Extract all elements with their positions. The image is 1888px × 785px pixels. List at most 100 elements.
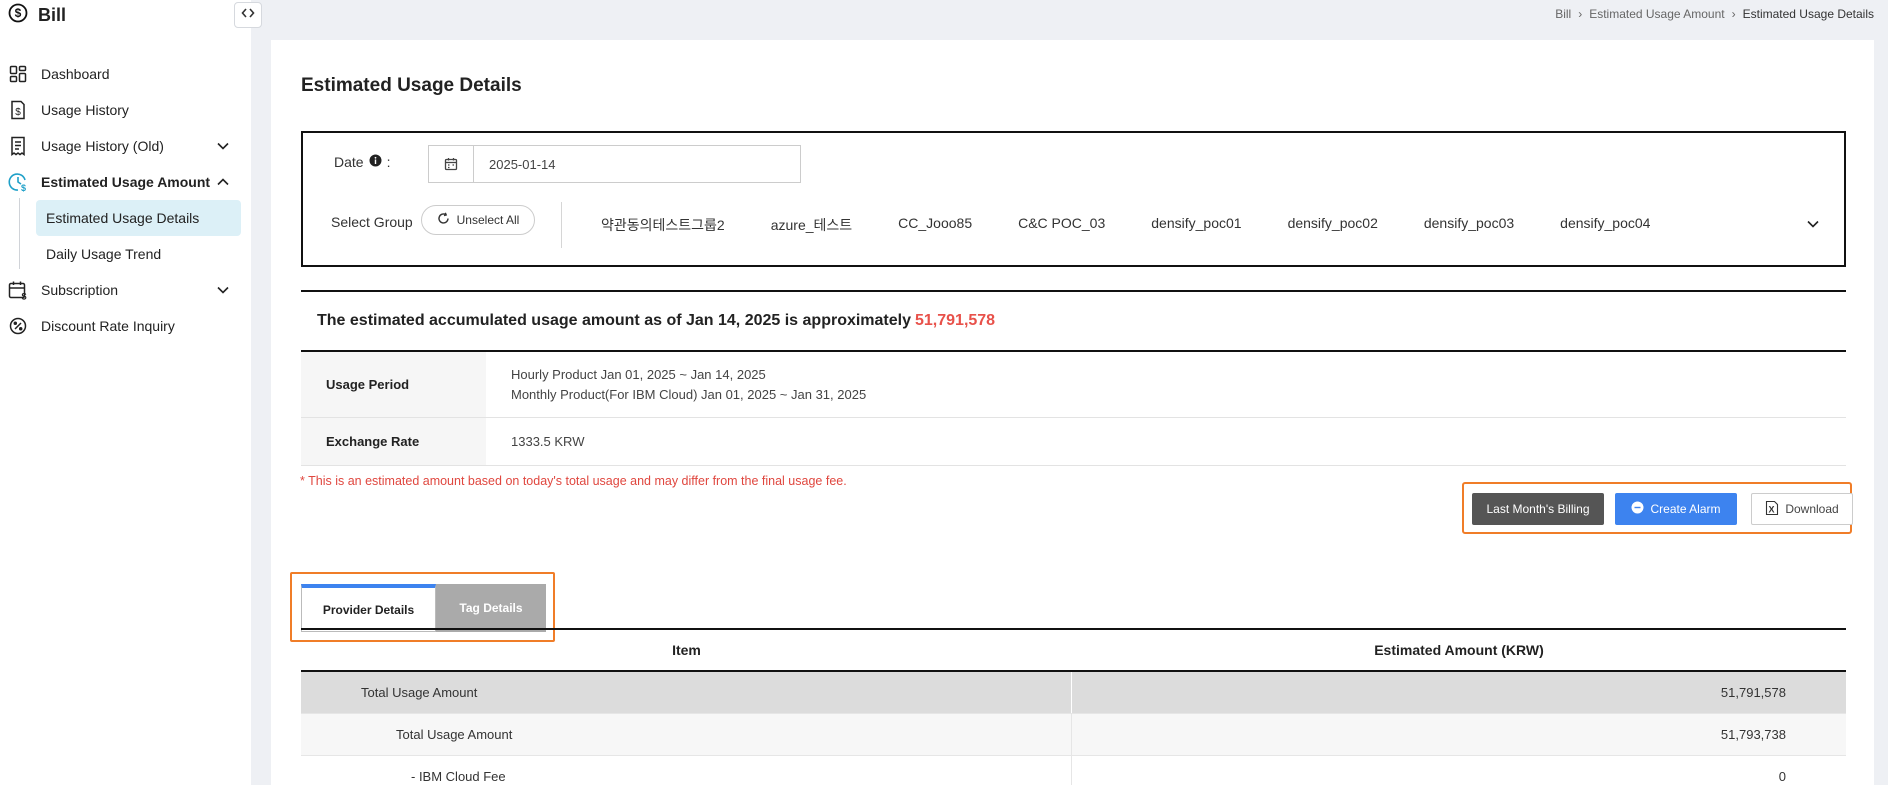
estimate-summary: The estimated accumulated usage amount a… — [301, 290, 1846, 352]
table-cell-amount: 51,793,738 — [1720, 727, 1786, 742]
page-title: Estimated Usage Details — [301, 75, 522, 96]
chevron-down-icon[interactable] — [216, 139, 230, 156]
group-chip[interactable]: densify_poc01 — [1151, 215, 1241, 235]
table-row: Total Usage Amount 51,791,578 — [301, 672, 1846, 714]
svg-text:$: $ — [15, 107, 21, 118]
breadcrumb: Bill › Estimated Usage Amount › Estimate… — [1555, 7, 1874, 21]
table-cell-item: Total Usage Amount — [301, 714, 1072, 755]
clock-dollar-icon: $ — [8, 172, 28, 192]
table-cell-item: Total Usage Amount — [301, 672, 1072, 713]
main-panel: Estimated Usage Details Date : 2025-01-1… — [271, 40, 1874, 785]
sidebar-item-estimated-usage-amount[interactable]: $ Estimated Usage Amount — [0, 164, 251, 200]
chevron-right-icon: › — [1578, 7, 1583, 21]
date-input[interactable]: 2025-01-14 — [428, 145, 801, 183]
breadcrumb-item[interactable]: Estimated Usage Amount — [1589, 7, 1724, 21]
estimate-notice: * This is an estimated amount based on t… — [300, 474, 847, 488]
info-row-usage-period: Usage Period Hourly Product Jan 01, 2025… — [301, 352, 1846, 418]
filter-box: Date : 2025-01-14 Select Group Unselect … — [301, 131, 1846, 267]
sidebar-item-usage-history-old[interactable]: Usage History (Old) — [0, 128, 251, 164]
refresh-icon — [437, 212, 450, 228]
table-cell-amount: 51,791,578 — [1720, 685, 1786, 700]
chevron-down-icon[interactable] — [1806, 217, 1820, 236]
download-label: Download — [1785, 502, 1839, 516]
group-chip[interactable]: C&C POC_03 — [1018, 215, 1105, 235]
receipt-icon — [8, 136, 28, 156]
chevron-right-icon: › — [1731, 7, 1736, 21]
percent-icon — [8, 316, 28, 336]
receipt-dollar-icon: $ — [8, 100, 28, 120]
sidebar-item-discount-rate-inquiry[interactable]: Discount Rate Inquiry — [0, 308, 251, 344]
chevron-up-icon[interactable] — [216, 175, 230, 192]
create-alarm-button[interactable]: Create Alarm — [1615, 493, 1737, 525]
sidebar-toggle-button[interactable] — [234, 2, 262, 28]
group-list: 약관동의테스트그룹2 azure_테스트 CC_Jooo85 C&C POC_0… — [601, 215, 1696, 235]
info-icon[interactable] — [369, 154, 382, 170]
last-month-billing-label: Last Month's Billing — [1486, 502, 1590, 516]
svg-text:$: $ — [15, 6, 22, 20]
calendar-dollar-icon: $ — [8, 280, 28, 300]
estimate-table: Item Estimated Amount (KRW) Total Usage … — [301, 630, 1846, 785]
plus-circle-icon — [1631, 501, 1644, 517]
group-chip[interactable]: densify_poc02 — [1288, 215, 1378, 235]
excel-file-icon: X — [1765, 500, 1779, 519]
select-group-label: Select Group — [331, 214, 413, 230]
sidebar-item-label: Estimated Usage Amount — [41, 174, 211, 190]
sidebar: $ Bill Dashboard $ Usage History Usage H… — [0, 0, 251, 785]
sidebar-item-label: Usage History — [41, 102, 129, 118]
download-button[interactable]: X Download — [1751, 493, 1853, 525]
sidebar-item-subscription[interactable]: $ Subscription — [0, 272, 251, 308]
svg-text:X: X — [1769, 504, 1775, 514]
calendar-icon[interactable] — [429, 146, 474, 182]
sidebar-item-dashboard[interactable]: Dashboard — [0, 56, 251, 92]
summary-text: The estimated accumulated usage amount a… — [317, 312, 911, 329]
table-row: - IBM Cloud Fee 0 — [301, 756, 1846, 785]
tab-tag-details[interactable]: Tag Details — [436, 584, 546, 632]
brand: $ Bill — [8, 3, 67, 26]
table-row: Total Usage Amount 51,793,738 — [301, 714, 1846, 756]
info-table: Usage Period Hourly Product Jan 01, 2025… — [301, 352, 1846, 466]
svg-text:$: $ — [21, 292, 26, 301]
breadcrumb-current: Estimated Usage Details — [1742, 7, 1874, 21]
create-alarm-label: Create Alarm — [1650, 502, 1721, 516]
action-button-group: Last Month's Billing Create Alarm X Down… — [1462, 482, 1853, 534]
group-chip[interactable]: 약관동의테스트그룹2 — [601, 215, 725, 235]
last-month-billing-button[interactable]: Last Month's Billing — [1472, 493, 1604, 525]
tab-provider-details[interactable]: Provider Details — [301, 584, 436, 632]
chevron-down-icon[interactable] — [216, 283, 230, 300]
table-cell-amount: 0 — [1778, 769, 1786, 784]
usage-period-value: Hourly Product Jan 01, 2025 ~ Jan 14, 20… — [486, 352, 1846, 417]
sidebar-item-label: Subscription — [41, 282, 119, 298]
sidebar-nav: Dashboard $ Usage History Usage History … — [0, 56, 251, 344]
sidebar-subitem-daily-usage-trend[interactable]: Daily Usage Trend — [36, 236, 241, 272]
table-cell-item: - IBM Cloud Fee — [301, 756, 1072, 785]
info-row-exchange-rate: Exchange Rate 1333.5 KRW — [301, 418, 1846, 466]
group-chip[interactable]: densify_poc04 — [1560, 215, 1650, 235]
usage-period-monthly: Monthly Product(For IBM Cloud) Jan 01, 2… — [511, 386, 867, 402]
sidebar-item-label: Usage History (Old) — [41, 138, 164, 154]
date-label: Date : — [334, 154, 390, 170]
sidebar-subitem-label: Estimated Usage Details — [46, 210, 200, 226]
exchange-rate-label: Exchange Rate — [301, 418, 486, 465]
date-label-text: Date — [334, 154, 364, 170]
group-chip[interactable]: CC_Jooo85 — [898, 215, 972, 235]
breadcrumb-item[interactable]: Bill — [1555, 7, 1571, 21]
usage-period-label: Usage Period — [301, 352, 486, 417]
sidebar-subitem-estimated-usage-details[interactable]: Estimated Usage Details — [36, 200, 241, 236]
group-chip[interactable]: azure_테스트 — [771, 215, 852, 235]
group-chip[interactable]: densify_poc03 — [1424, 215, 1514, 235]
column-header-item: Item — [672, 642, 701, 658]
svg-text:$: $ — [21, 183, 26, 192]
sidebar-subitem-label: Daily Usage Trend — [46, 246, 162, 262]
date-value: 2025-01-14 — [489, 156, 556, 172]
unselect-all-label: Unselect All — [456, 213, 520, 227]
unselect-all-button[interactable]: Unselect All — [421, 205, 535, 235]
submenu-guide-line — [19, 198, 20, 269]
column-header-amount: Estimated Amount (KRW) — [1374, 642, 1544, 658]
app-title: Bill — [38, 4, 67, 25]
sidebar-item-usage-history[interactable]: $ Usage History — [0, 92, 251, 128]
date-label-colon: : — [386, 154, 391, 170]
summary-amount: 51,791,578 — [915, 312, 996, 329]
usage-period-hourly: Hourly Product Jan 01, 2025 ~ Jan 14, 20… — [511, 366, 766, 382]
sidebar-item-label: Dashboard — [41, 66, 110, 82]
sidebar-item-label: Discount Rate Inquiry — [41, 318, 175, 334]
